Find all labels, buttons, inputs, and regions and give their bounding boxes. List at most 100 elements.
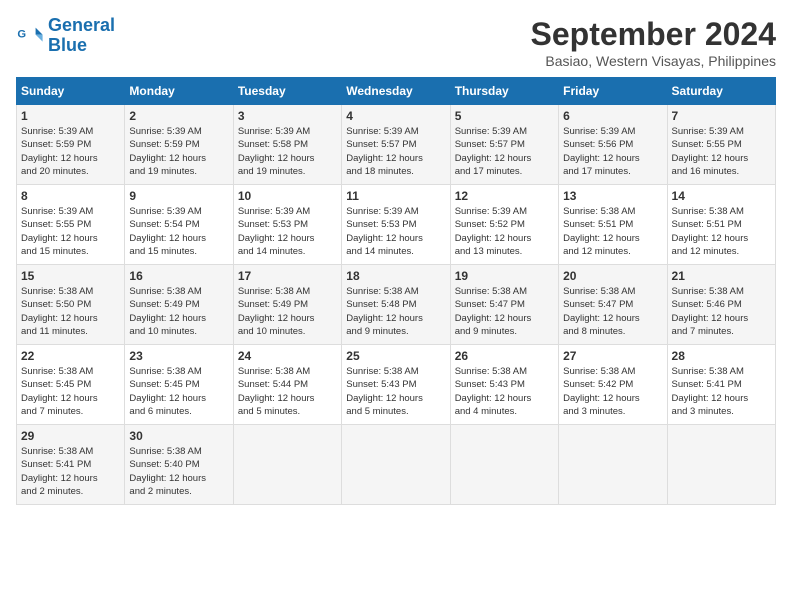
day-number: 18 <box>346 269 445 283</box>
day-number: 25 <box>346 349 445 363</box>
calendar-cell: 8Sunrise: 5:39 AM Sunset: 5:55 PM Daylig… <box>17 185 125 265</box>
page-header: G General Blue September 2024 Basiao, We… <box>16 16 776 69</box>
cell-info: Sunrise: 5:39 AM Sunset: 5:59 PM Dayligh… <box>21 125 120 178</box>
day-number: 15 <box>21 269 120 283</box>
calendar-cell: 23Sunrise: 5:38 AM Sunset: 5:45 PM Dayli… <box>125 345 233 425</box>
day-number: 28 <box>672 349 771 363</box>
week-row-4: 22 Sunrise: 5:38 AM Sunset: 5:45 PM Dayli… <box>17 345 776 425</box>
cell-info: Sunrise: 5:39 AM Sunset: 5:59 PM Dayligh… <box>129 125 228 178</box>
header-cell-sunday: Sunday <box>17 78 125 105</box>
day-number: 6 <box>563 109 662 123</box>
calendar-cell: 21Sunrise: 5:38 AM Sunset: 5:46 PM Dayli… <box>667 265 775 345</box>
logo-line2: Blue <box>48 35 87 55</box>
day-number: 16 <box>129 269 228 283</box>
cell-info: Sunrise: 5:39 AM Sunset: 5:52 PM Dayligh… <box>455 205 554 258</box>
header-cell-monday: Monday <box>125 78 233 105</box>
calendar-cell: 16 Sunrise: 5:38 AM Sunset: 5:49 PM Dayli… <box>125 265 233 345</box>
day-number: 24 <box>238 349 337 363</box>
day-number: 2 <box>129 109 228 123</box>
day-number: 1 <box>21 109 120 123</box>
day-number: 19 <box>455 269 554 283</box>
cell-info: Sunrise: 5:38 AM Sunset: 5:43 PM Dayligh… <box>455 365 554 418</box>
cell-info: Sunrise: 5:38 AM Sunset: 5:44 PM Dayligh… <box>238 365 337 418</box>
cell-info: Sunrise: 5:38 AM Sunset: 5:51 PM Dayligh… <box>672 205 771 258</box>
calendar-cell: 25 Sunrise: 5:38 AM Sunset: 5:43 PM Dayli… <box>342 345 450 425</box>
calendar-header: SundayMondayTuesdayWednesdayThursdayFrid… <box>17 78 776 105</box>
month-title: September 2024 <box>531 16 776 53</box>
calendar-cell <box>342 425 450 505</box>
week-row-2: 8Sunrise: 5:39 AM Sunset: 5:55 PM Daylig… <box>17 185 776 265</box>
header-cell-wednesday: Wednesday <box>342 78 450 105</box>
cell-info: Sunrise: 5:38 AM Sunset: 5:49 PM Dayligh… <box>129 285 228 338</box>
week-row-3: 15 Sunrise: 5:38 AM Sunset: 5:50 PM Dayli… <box>17 265 776 345</box>
calendar-cell: 18 Sunrise: 5:38 AM Sunset: 5:48 PM Dayli… <box>342 265 450 345</box>
cell-info: Sunrise: 5:39 AM Sunset: 5:57 PM Dayligh… <box>346 125 445 178</box>
calendar-cell: 4 Sunrise: 5:39 AM Sunset: 5:57 PM Daylig… <box>342 105 450 185</box>
day-number: 22 <box>21 349 120 363</box>
calendar-cell <box>559 425 667 505</box>
day-number: 12 <box>455 189 554 203</box>
day-number: 17 <box>238 269 337 283</box>
cell-info: Sunrise: 5:38 AM Sunset: 5:49 PM Dayligh… <box>238 285 337 338</box>
day-number: 30 <box>129 429 228 443</box>
cell-info: Sunrise: 5:39 AM Sunset: 5:56 PM Dayligh… <box>563 125 662 178</box>
day-number: 7 <box>672 109 771 123</box>
week-row-1: 1 Sunrise: 5:39 AM Sunset: 5:59 PM Daylig… <box>17 105 776 185</box>
logo-icon: G <box>16 22 44 50</box>
svg-text:G: G <box>17 28 26 40</box>
day-number: 5 <box>455 109 554 123</box>
calendar-cell: 6 Sunrise: 5:39 AM Sunset: 5:56 PM Daylig… <box>559 105 667 185</box>
cell-info: Sunrise: 5:38 AM Sunset: 5:45 PM Dayligh… <box>21 365 120 418</box>
logo: G General Blue <box>16 16 115 56</box>
cell-info: Sunrise: 5:39 AM Sunset: 5:55 PM Dayligh… <box>672 125 771 178</box>
cell-info: Sunrise: 5:38 AM Sunset: 5:47 PM Dayligh… <box>455 285 554 338</box>
day-number: 11 <box>346 189 445 203</box>
day-number: 23 <box>129 349 228 363</box>
day-number: 4 <box>346 109 445 123</box>
cell-info: Sunrise: 5:39 AM Sunset: 5:53 PM Dayligh… <box>238 205 337 258</box>
cell-info: Sunrise: 5:38 AM Sunset: 5:46 PM Dayligh… <box>672 285 771 338</box>
calendar-cell: 30Sunrise: 5:38 AM Sunset: 5:40 PM Dayli… <box>125 425 233 505</box>
cell-info: Sunrise: 5:39 AM Sunset: 5:58 PM Dayligh… <box>238 125 337 178</box>
day-number: 3 <box>238 109 337 123</box>
cell-info: Sunrise: 5:39 AM Sunset: 5:53 PM Dayligh… <box>346 205 445 258</box>
header-row: SundayMondayTuesdayWednesdayThursdayFrid… <box>17 78 776 105</box>
header-cell-friday: Friday <box>559 78 667 105</box>
cell-info: Sunrise: 5:38 AM Sunset: 5:41 PM Dayligh… <box>21 445 120 498</box>
header-cell-tuesday: Tuesday <box>233 78 341 105</box>
cell-info: Sunrise: 5:38 AM Sunset: 5:48 PM Dayligh… <box>346 285 445 338</box>
day-number: 27 <box>563 349 662 363</box>
cell-info: Sunrise: 5:38 AM Sunset: 5:42 PM Dayligh… <box>563 365 662 418</box>
calendar-cell: 20Sunrise: 5:38 AM Sunset: 5:47 PM Dayli… <box>559 265 667 345</box>
calendar-cell: 28Sunrise: 5:38 AM Sunset: 5:41 PM Dayli… <box>667 345 775 425</box>
day-number: 29 <box>21 429 120 443</box>
calendar-body: 1 Sunrise: 5:39 AM Sunset: 5:59 PM Daylig… <box>17 105 776 505</box>
calendar-cell: 12 Sunrise: 5:39 AM Sunset: 5:52 PM Dayli… <box>450 185 558 265</box>
calendar-cell: 29 Sunrise: 5:38 AM Sunset: 5:41 PM Dayli… <box>17 425 125 505</box>
calendar-cell <box>233 425 341 505</box>
calendar-cell: 17 Sunrise: 5:38 AM Sunset: 5:49 PM Dayli… <box>233 265 341 345</box>
calendar-cell <box>667 425 775 505</box>
day-number: 13 <box>563 189 662 203</box>
title-area: September 2024 Basiao, Western Visayas, … <box>531 16 776 69</box>
logo-line1: General <box>48 15 115 35</box>
cell-info: Sunrise: 5:38 AM Sunset: 5:50 PM Dayligh… <box>21 285 120 338</box>
calendar-cell: 15 Sunrise: 5:38 AM Sunset: 5:50 PM Dayli… <box>17 265 125 345</box>
calendar-cell: 22 Sunrise: 5:38 AM Sunset: 5:45 PM Dayli… <box>17 345 125 425</box>
calendar-cell: 27 Sunrise: 5:38 AM Sunset: 5:42 PM Dayli… <box>559 345 667 425</box>
week-row-5: 29 Sunrise: 5:38 AM Sunset: 5:41 PM Dayli… <box>17 425 776 505</box>
logo-text: General Blue <box>48 16 115 56</box>
calendar-table: SundayMondayTuesdayWednesdayThursdayFrid… <box>16 77 776 505</box>
calendar-cell: 19 Sunrise: 5:38 AM Sunset: 5:47 PM Dayli… <box>450 265 558 345</box>
location-title: Basiao, Western Visayas, Philippines <box>531 53 776 69</box>
day-number: 14 <box>672 189 771 203</box>
cell-info: Sunrise: 5:39 AM Sunset: 5:57 PM Dayligh… <box>455 125 554 178</box>
day-number: 26 <box>455 349 554 363</box>
header-cell-saturday: Saturday <box>667 78 775 105</box>
cell-info: Sunrise: 5:38 AM Sunset: 5:43 PM Dayligh… <box>346 365 445 418</box>
cell-info: Sunrise: 5:39 AM Sunset: 5:55 PM Dayligh… <box>21 205 120 258</box>
calendar-cell: 9Sunrise: 5:39 AM Sunset: 5:54 PM Daylig… <box>125 185 233 265</box>
calendar-cell: 1 Sunrise: 5:39 AM Sunset: 5:59 PM Daylig… <box>17 105 125 185</box>
cell-info: Sunrise: 5:38 AM Sunset: 5:47 PM Dayligh… <box>563 285 662 338</box>
calendar-cell: 26 Sunrise: 5:38 AM Sunset: 5:43 PM Dayli… <box>450 345 558 425</box>
